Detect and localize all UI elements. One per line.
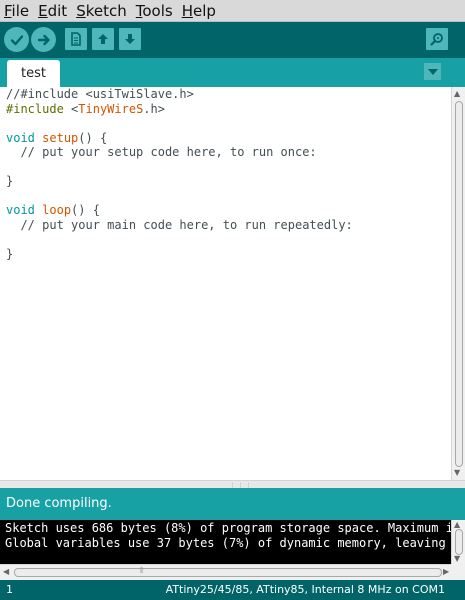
verify-button[interactable] — [4, 27, 29, 52]
menu-mnemonic: S — [76, 1, 86, 20]
menu-tools[interactable]: Tools — [136, 1, 173, 21]
upload-button[interactable] — [31, 27, 56, 52]
menu-bar: File Edit Sketch Tools Help — [0, 0, 465, 22]
menu-label: dit — [47, 1, 68, 20]
code-token: } — [6, 174, 14, 188]
pane-divider[interactable]: ⋮⋮⋮ — [0, 480, 465, 490]
code-line: void setup() { — [6, 131, 451, 146]
toolbar — [0, 22, 465, 58]
open-icon — [98, 34, 108, 44]
code-token: } — [6, 246, 14, 261]
code-token: void — [6, 203, 35, 217]
code-line: } — [6, 247, 451, 262]
menu-label: ools — [142, 1, 173, 20]
chevron-down-icon — [427, 68, 438, 75]
code-token: #include — [6, 101, 72, 116]
code-line: //#include <usiTwiSlave.h> — [6, 87, 451, 102]
scroll-corner — [451, 564, 465, 580]
code-token: .h> — [143, 101, 165, 116]
new-button[interactable] — [65, 28, 87, 50]
scroll-right-icon[interactable]: ▶ — [443, 568, 449, 576]
scroll-up-icon[interactable]: ▲ — [454, 521, 460, 529]
menu-label: ile — [11, 1, 30, 20]
tab-label: test — [21, 66, 46, 81]
code-token: void — [6, 130, 35, 145]
code-token: setup — [42, 130, 79, 145]
serial-monitor-icon — [430, 33, 443, 46]
console-scroll-thumb[interactable] — [455, 529, 463, 555]
upload-icon — [37, 34, 50, 45]
scroll-left-icon[interactable]: ◀ — [3, 568, 9, 576]
code-line: void loop() { — [6, 203, 451, 218]
code-line: // put your main code here, to run repea… — [6, 218, 451, 233]
board-info: ATtiny25/45/85, ATtiny85, Internal 8 MHz… — [165, 583, 445, 596]
menu-sketch[interactable]: Sketch — [76, 1, 127, 21]
console-vertical-scrollbar[interactable]: ▲ ▼ — [451, 520, 465, 564]
code-token: TinyWireS — [78, 101, 144, 116]
menu-help[interactable]: Help — [182, 1, 216, 21]
scroll-down-icon[interactable]: ▼ — [454, 555, 460, 563]
line-number: 1 — [6, 583, 13, 596]
tab-strip: test — [0, 58, 465, 87]
code-token: loop — [42, 203, 72, 217]
scroll-up-icon[interactable]: ▲ — [454, 90, 460, 98]
serial-monitor-button[interactable] — [426, 28, 448, 50]
open-button[interactable] — [92, 28, 114, 50]
code-line: // put your setup code here, to run once… — [6, 145, 451, 160]
tab-sketch[interactable]: test — [7, 60, 60, 87]
code-line: } — [6, 174, 451, 189]
menu-label: ketch — [85, 1, 127, 20]
code-token: // put your main code here, to run repea… — [6, 217, 353, 232]
console-line: Global variables use 37 bytes (7%) of dy… — [5, 536, 451, 550]
menu-file[interactable]: File — [4, 1, 29, 21]
console-line: Sketch uses 686 bytes (8%) of program st… — [5, 521, 451, 535]
console-output: Sketch uses 686 bytes (8%) of program st… — [0, 520, 451, 564]
menu-mnemonic: E — [38, 1, 48, 20]
console-horizontal-scrollbar[interactable]: ◀ ⦀ ▶ — [0, 564, 451, 580]
menu-mnemonic: H — [181, 1, 193, 20]
menu-mnemonic: F — [4, 1, 12, 20]
code-token: // put your setup code here, to run once… — [6, 145, 317, 159]
code-token: () { — [71, 203, 100, 217]
grip-icon: ⦀ — [140, 566, 144, 575]
code-token: //#include <usiTwiSlave.h> — [6, 87, 194, 101]
status-bar: Done compiling. — [0, 488, 465, 520]
status-text: Done compiling. — [6, 496, 112, 511]
console-hscroll-thumb[interactable]: ⦀ — [14, 566, 442, 577]
code-editor[interactable]: //#include <usiTwiSlave.h> #include <Tiny… — [0, 87, 451, 480]
code-token: () { — [78, 130, 108, 145]
editor-scroll-thumb[interactable] — [455, 101, 463, 467]
scroll-down-icon[interactable]: ▼ — [454, 469, 460, 477]
verify-icon — [10, 34, 23, 45]
editor-vertical-scrollbar[interactable]: ▲ ▼ — [451, 87, 465, 480]
footer-bar: 1 ATtiny25/45/85, ATtiny85, Internal 8 M… — [0, 580, 465, 600]
menu-edit[interactable]: Edit — [38, 1, 67, 21]
save-button[interactable] — [119, 28, 141, 50]
code-line: #include <TinyWireS.h> — [6, 102, 451, 117]
new-icon — [71, 32, 81, 46]
save-icon — [125, 34, 135, 44]
tab-menu-button[interactable] — [424, 63, 441, 80]
menu-label: elp — [192, 1, 216, 20]
